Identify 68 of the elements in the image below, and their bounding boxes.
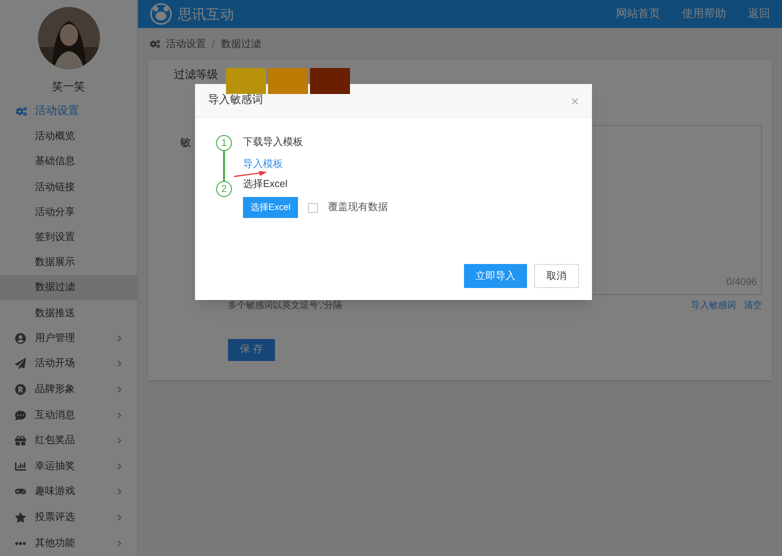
chevron-icon xyxy=(116,386,123,394)
sidebar-menu-item[interactable]: 幸运抽奖 xyxy=(0,454,137,480)
chevron-icon xyxy=(116,514,123,522)
chat-icon xyxy=(15,410,26,421)
hint-text: 多个敏感词以英文逗号','分隔 xyxy=(228,299,343,312)
breadcrumb-separator: / xyxy=(212,38,215,52)
text-link[interactable]: 清空 xyxy=(744,299,762,312)
chevron-icon xyxy=(116,334,123,342)
import-now-button[interactable]: 立即导入 xyxy=(464,264,527,288)
gear-icon xyxy=(150,39,160,49)
gear-icon xyxy=(16,106,27,117)
step-label: 选择Excel xyxy=(243,178,288,192)
sidebar-item[interactable]: 活动概览 xyxy=(0,124,137,150)
bear-logo-icon xyxy=(150,3,172,25)
header-link[interactable]: 网站首页 xyxy=(616,6,660,22)
level-button[interactable] xyxy=(268,68,308,94)
gift-icon xyxy=(15,435,26,446)
chevron-icon xyxy=(116,540,123,547)
brand-name: 思讯互动 xyxy=(178,4,234,24)
user-icon xyxy=(15,332,26,344)
text-link[interactable]: 导入敏感词 xyxy=(691,299,736,312)
sidebar-menu-item[interactable]: 互动消息 xyxy=(0,402,137,428)
dialog-title: 导入敏感词 xyxy=(208,93,264,108)
sidebar-menu-item[interactable]: 用户管理 xyxy=(0,326,137,352)
chevron-icon xyxy=(116,437,123,444)
breadcrumb-item[interactable]: 数据过滤 xyxy=(220,36,261,52)
sidebar-menu-item[interactable]: 投票评选 xyxy=(0,504,137,530)
template-link[interactable]: 导入模板 xyxy=(243,157,283,171)
sidebar-item[interactable]: 签到设置 xyxy=(0,224,137,250)
level-button[interactable] xyxy=(226,68,266,94)
cancel-button[interactable]: 取消 xyxy=(534,264,579,288)
sidebar-item[interactable]: 基础信息 xyxy=(0,149,137,174)
step-number: 1 xyxy=(216,135,232,151)
arrow-annotation xyxy=(233,171,267,177)
chevron-icon xyxy=(116,360,123,368)
field-label: 敏 xyxy=(179,136,192,151)
step-label: 下载导入模板 xyxy=(243,136,304,150)
step-number: 2 xyxy=(216,181,232,197)
bar-chart-icon xyxy=(15,460,26,472)
chevron-icon xyxy=(116,462,123,470)
paper-plane-icon xyxy=(15,358,26,370)
sidebar-menu-item[interactable]: 红包奖品 xyxy=(0,428,137,454)
star-icon xyxy=(15,512,26,524)
header-link[interactable]: 返回 xyxy=(748,6,770,22)
sidebar-item[interactable]: 数据推送 xyxy=(0,300,137,326)
sidebar-menu-item[interactable]: 活动开场 xyxy=(0,351,137,377)
user-name: 笑一笑 xyxy=(52,80,85,95)
registered-icon xyxy=(15,384,26,396)
gamepad-icon xyxy=(15,486,26,498)
sidebar-item[interactable]: 数据过滤 xyxy=(0,275,137,300)
checkbox-label: 覆盖现有数据 xyxy=(328,200,388,215)
field-label: 过滤等级 xyxy=(173,68,218,82)
save-button[interactable]: 保 存 xyxy=(228,338,275,360)
choose-excel-button[interactable]: 选择Excel xyxy=(243,197,298,218)
header-link[interactable]: 使用帮助 xyxy=(682,6,726,22)
sidebar-menu-item[interactable]: 品牌形象 xyxy=(0,376,137,402)
breadcrumb-item[interactable]: 活动设置 xyxy=(166,36,206,52)
sidebar-item[interactable]: 活动链接 xyxy=(0,174,137,200)
menu-group-header[interactable]: 活动设置 xyxy=(0,98,137,124)
sidebar-menu-item[interactable]: 其他功能 xyxy=(0,530,137,556)
sidebar-item[interactable]: 活动分享 xyxy=(0,200,137,225)
level-button[interactable] xyxy=(310,68,350,94)
sidebar-menu-item[interactable]: 趣味游戏 xyxy=(0,479,137,505)
chevron-icon xyxy=(116,412,123,419)
overwrite-checkbox[interactable] xyxy=(308,202,318,212)
chevron-icon xyxy=(116,488,123,496)
close-button[interactable]: × xyxy=(570,94,579,108)
menu-group-label: 活动设置 xyxy=(35,104,79,120)
